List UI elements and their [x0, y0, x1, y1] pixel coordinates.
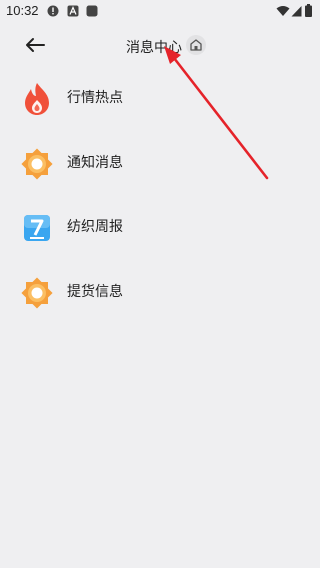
weekly-7-icon [24, 215, 50, 241]
list-item-textile-weekly[interactable]: 纺织周报 [0, 207, 320, 251]
list-item-market-hotspot[interactable]: 行情热点 [0, 78, 320, 122]
signal-icon [291, 6, 302, 17]
a-icon [67, 5, 79, 17]
app-header: 消息中心 [0, 28, 320, 62]
flame-icon [25, 83, 49, 115]
list-item-label: 纺织周报 [67, 219, 123, 235]
home-icon [190, 39, 202, 51]
home-button[interactable] [186, 35, 206, 55]
list-item-label: 通知消息 [67, 155, 123, 171]
battery-icon [305, 4, 312, 17]
list-item-notifications[interactable]: 通知消息 [0, 143, 320, 187]
screen: 10:32 消息中心 行情热点 通知消息 纺织周报 提货信息 [0, 0, 320, 568]
sun-icon [21, 277, 53, 309]
sun-icon [21, 148, 53, 180]
status-time: 10:32 [6, 3, 39, 18]
page-title: 消息中心 [126, 40, 182, 56]
square-icon [86, 5, 98, 17]
list-item-label: 行情热点 [67, 90, 123, 106]
list-item-delivery-info[interactable]: 提货信息 [0, 272, 320, 316]
alert-icon [47, 5, 59, 17]
status-bar: 10:32 [0, 0, 320, 24]
wifi-icon [276, 6, 290, 16]
back-arrow-icon[interactable] [20, 33, 50, 57]
list-item-label: 提货信息 [67, 284, 123, 300]
